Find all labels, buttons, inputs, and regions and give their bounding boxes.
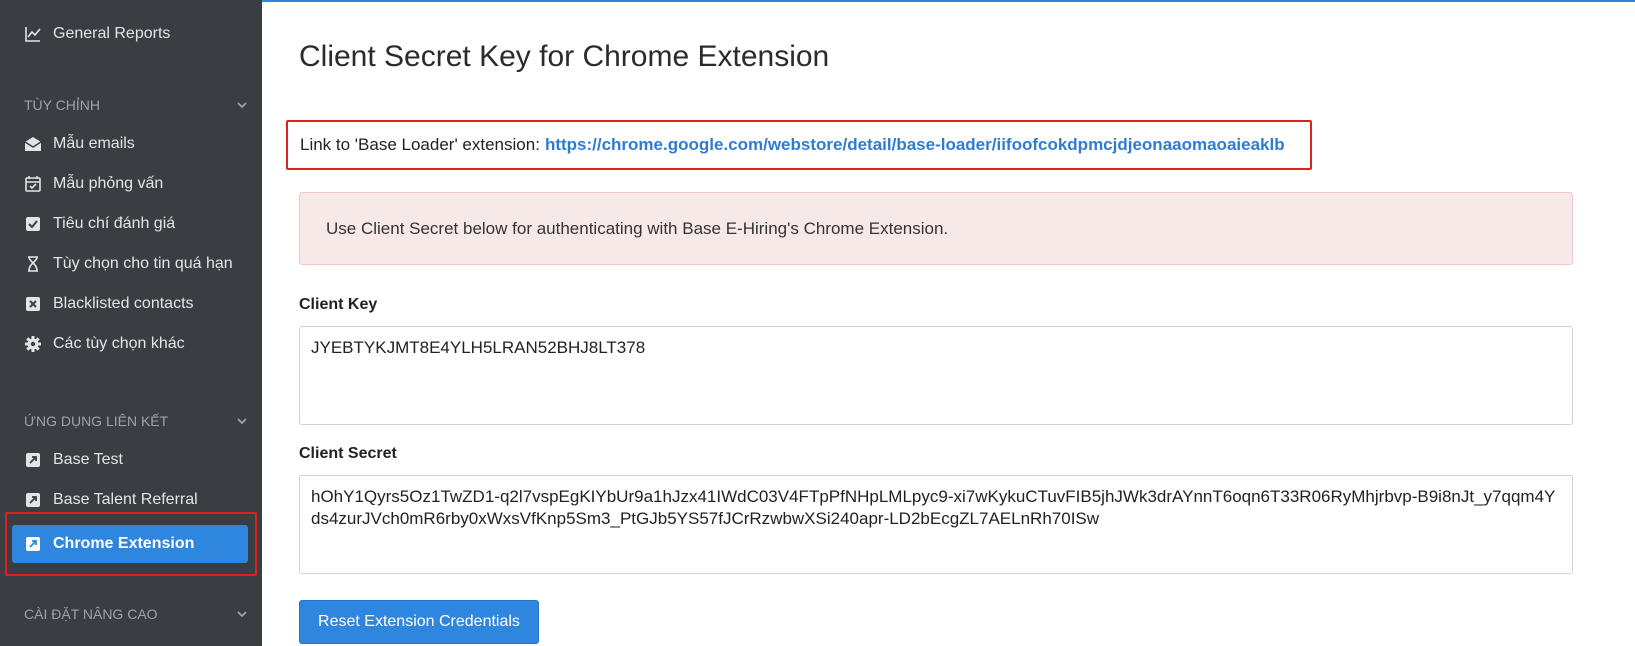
section-advanced-toggle[interactable]: CÀI ĐẶT NÂNG CAO: [24, 604, 248, 624]
sidebar-item-general-reports[interactable]: General Reports: [12, 15, 248, 53]
checkbox-icon: [24, 215, 42, 233]
page-title: Client Secret Key for Chrome Extension: [299, 40, 830, 73]
sidebar-item-label: Base Test: [53, 451, 123, 468]
section-customize-toggle[interactable]: TÙY CHỈNH: [24, 95, 248, 115]
x-box-icon: [24, 295, 42, 313]
sidebar-item-chrome-extension[interactable]: Chrome Extension: [12, 525, 248, 563]
info-alert: Use Client Secret below for authenticati…: [299, 192, 1573, 265]
external-link-icon: [24, 491, 42, 509]
chart-line-icon: [24, 25, 42, 43]
sidebar-item-base-test[interactable]: Base Test: [12, 441, 248, 479]
client-key-field[interactable]: JYEBTYKJMT8E4YLH5LRAN52BHJ8LT378: [299, 326, 1573, 425]
gear-icon: [24, 335, 42, 353]
sidebar-item-evaluation-criteria[interactable]: Tiêu chí đánh giá: [12, 205, 248, 243]
main-content: Client Secret Key for Chrome Extension L…: [262, 0, 1635, 646]
section-label: ỨNG DỤNG LIÊN KẾT: [24, 413, 169, 429]
sidebar-item-label: Blacklisted contacts: [53, 295, 194, 312]
sidebar-item-label: Base Talent Referral: [53, 491, 198, 508]
client-key-label: Client Key: [299, 296, 378, 313]
sidebar-item-label: Tùy chọn cho tin quá hạn: [53, 255, 233, 272]
alert-text: Use Client Secret below for authenticati…: [326, 218, 949, 238]
section-label: TÙY CHỈNH: [24, 97, 100, 113]
sidebar-item-other-options[interactable]: Các tùy chọn khác: [12, 325, 248, 363]
external-link-icon: [24, 451, 42, 469]
section-apps-toggle[interactable]: ỨNG DỤNG LIÊN KẾT: [24, 411, 248, 431]
envelope-open-icon: [24, 135, 42, 153]
sidebar-item-interview-templates[interactable]: Mẫu phỏng vấn: [12, 165, 248, 203]
chevron-down-icon: [237, 611, 247, 618]
sidebar-item-label: Tiêu chí đánh giá: [53, 215, 176, 232]
extension-link-box: Link to 'Base Loader' extension: https:/…: [286, 120, 1312, 170]
hourglass-icon: [24, 255, 42, 273]
sidebar-item-expired-options[interactable]: Tùy chọn cho tin quá hạn: [12, 245, 248, 283]
sidebar-item-email-templates[interactable]: Mẫu emails: [12, 125, 248, 163]
webstore-link[interactable]: https://chrome.google.com/webstore/detai…: [545, 135, 1285, 155]
sidebar: General Reports TÙY CHỈNH Mẫu emails Mẫu…: [0, 0, 262, 646]
chevron-down-icon: [237, 418, 247, 425]
client-secret-label: Client Secret: [299, 445, 397, 462]
sidebar-item-blacklisted-contacts[interactable]: Blacklisted contacts: [12, 285, 248, 323]
calendar-check-icon: [24, 175, 42, 193]
sidebar-item-label: General Reports: [53, 25, 171, 42]
link-prefix: Link to 'Base Loader' extension:: [300, 135, 540, 154]
chevron-down-icon: [237, 102, 247, 109]
sidebar-item-base-talent-referral[interactable]: Base Talent Referral: [12, 481, 248, 519]
section-label: CÀI ĐẶT NÂNG CAO: [24, 606, 158, 622]
sidebar-item-label: Chrome Extension: [53, 535, 195, 552]
sidebar-item-label: Mẫu emails: [53, 135, 135, 152]
reset-credentials-button[interactable]: Reset Extension Credentials: [299, 600, 539, 644]
external-link-icon: [24, 535, 42, 553]
sidebar-item-label: Mẫu phỏng vấn: [53, 175, 164, 192]
sidebar-item-label: Các tùy chọn khác: [53, 335, 185, 352]
client-secret-field[interactable]: hOhY1Qyrs5Oz1TwZD1-q2l7vspEgKIYbUr9a1hJz…: [299, 475, 1573, 574]
